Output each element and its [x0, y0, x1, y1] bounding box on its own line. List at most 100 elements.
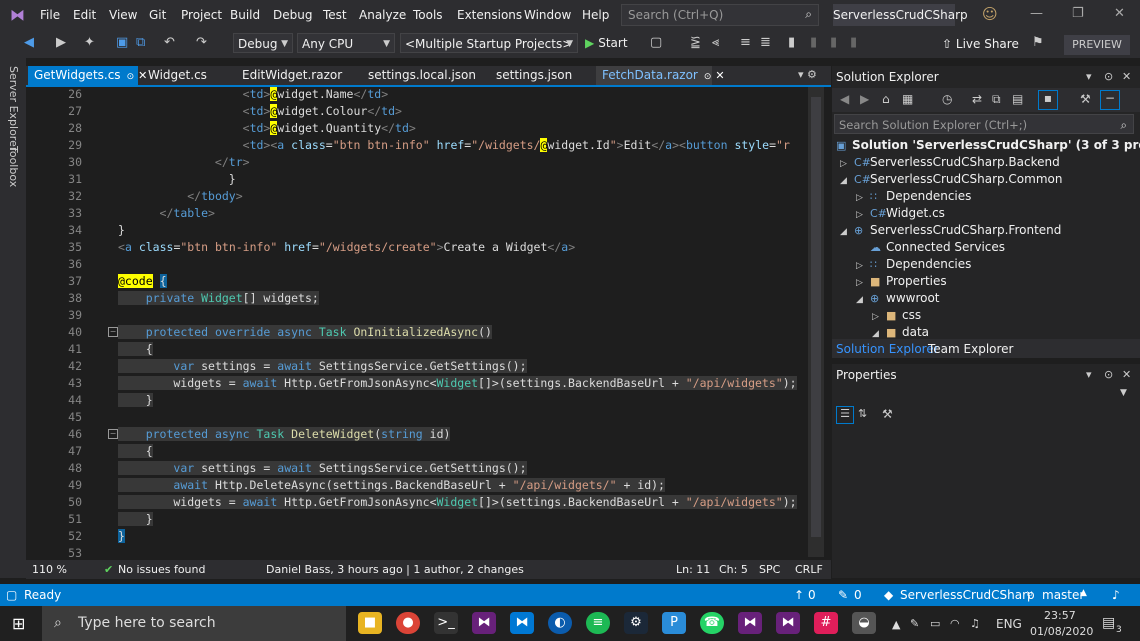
- postman-icon[interactable]: P: [662, 612, 686, 634]
- search-input[interactable]: Search (Ctrl+Q) ⌕: [621, 4, 819, 26]
- code-line[interactable]: <td>@widget.Name</td>: [118, 87, 388, 101]
- tree-wwwroot[interactable]: ◢ ⊕ wwwroot: [856, 291, 940, 305]
- pen-icon[interactable]: ✎: [910, 617, 919, 630]
- comment-icon[interactable]: ≡: [740, 35, 751, 50]
- visual-studio-icon[interactable]: ⧓: [472, 612, 496, 634]
- back-icon[interactable]: ◀: [24, 35, 34, 50]
- whatsapp-icon[interactable]: ☎: [700, 612, 724, 634]
- file-explorer-icon[interactable]: ■: [358, 612, 382, 634]
- menu-analyze[interactable]: Analyze: [359, 8, 406, 22]
- menu-edit[interactable]: Edit: [73, 8, 96, 22]
- close-icon[interactable]: ✕: [1114, 6, 1125, 21]
- code-line[interactable]: </tbody>: [118, 189, 242, 203]
- tab-fetchdata-razor[interactable]: FetchData.razor ⊙ ✕: [596, 66, 725, 85]
- collapse-icon[interactable]: −: [108, 429, 118, 439]
- collapse-icon[interactable]: −: [108, 327, 118, 337]
- branch-name[interactable]: master: [1042, 588, 1084, 602]
- menu-test[interactable]: Test: [323, 8, 347, 22]
- expand-icon[interactable]: ▷: [856, 193, 870, 203]
- code-line[interactable]: widgets = await Http.GetFromJsonAsync<Wi…: [118, 376, 797, 390]
- tree-common-project[interactable]: ◢ C#ServerlessCrudCSharp.Common: [840, 172, 1062, 186]
- visual-studio-2-icon[interactable]: ⧓: [776, 612, 800, 634]
- switch-views-icon[interactable]: ▦: [902, 92, 913, 106]
- property-pages-icon[interactable]: ⚒: [882, 407, 893, 421]
- tree-data-folder[interactable]: ◢ ■ data: [872, 325, 929, 339]
- preview-badge[interactable]: PREVIEW: [1064, 35, 1130, 55]
- line-ending-indicator[interactable]: CRLF: [795, 563, 823, 576]
- menu-build[interactable]: Build: [230, 8, 260, 22]
- bookmark-icon[interactable]: ▮: [788, 35, 795, 50]
- chrome-icon[interactable]: ●: [396, 612, 420, 634]
- code-line[interactable]: var settings = await SettingsService.Get…: [118, 461, 527, 475]
- expand-icon[interactable]: ▷: [856, 261, 870, 271]
- panel-menu-icon[interactable]: ▾: [1086, 368, 1092, 381]
- terminal-icon[interactable]: >_: [434, 612, 458, 634]
- configuration-select[interactable]: Debug ▼: [233, 33, 293, 53]
- collapse-icon[interactable]: ◢: [840, 176, 854, 186]
- save-all-icon[interactable]: ⧉: [136, 35, 145, 50]
- pencil-icon[interactable]: ✎: [838, 588, 848, 602]
- bookmark-prev-icon[interactable]: ▮: [810, 35, 817, 50]
- expand-icon[interactable]: ▷: [856, 210, 870, 220]
- tab-team-explorer[interactable]: Team Explorer: [928, 342, 1014, 356]
- tab-widget-cs[interactable]: Widget.cs: [142, 66, 228, 85]
- code-line[interactable]: var settings = await SettingsService.Get…: [118, 359, 527, 373]
- pin-icon[interactable]: ⊙: [704, 72, 712, 82]
- menu-debug[interactable]: Debug: [273, 8, 312, 22]
- toolbox-tab[interactable]: Toolbox: [7, 146, 20, 187]
- code-line[interactable]: protected override async Task OnInitiali…: [118, 325, 492, 339]
- code-line[interactable]: <td>@widget.Colour</td>: [118, 104, 402, 118]
- tree-widget-cs[interactable]: ▷ C#Widget.cs: [856, 206, 945, 220]
- taskbar-search-input[interactable]: ⌕ Type here to search: [42, 606, 346, 641]
- clock-time[interactable]: 23:57: [1044, 609, 1076, 622]
- tree-css-folder[interactable]: ▷ ■ css: [872, 308, 921, 322]
- steam-icon[interactable]: ⚙: [624, 612, 648, 634]
- menu-window[interactable]: Window: [524, 8, 571, 22]
- expand-icon[interactable]: ▷: [840, 159, 854, 169]
- repository-name[interactable]: ServerlessCrudCSharp: [900, 588, 1035, 602]
- categorized-icon[interactable]: ☰: [836, 406, 854, 424]
- browser-link-icon[interactable]: ▢: [650, 35, 662, 50]
- issues-status[interactable]: No issues found: [118, 563, 205, 576]
- step-into-icon[interactable]: ⪠: [690, 35, 701, 50]
- close-icon[interactable]: ✕: [1122, 70, 1131, 83]
- collapse-all-icon[interactable]: ⧉: [992, 92, 1001, 107]
- feedback-icon[interactable]: ⚑: [1032, 35, 1044, 50]
- push-icon[interactable]: ↑: [794, 588, 804, 602]
- show-all-files-icon[interactable]: ▤: [1012, 92, 1023, 106]
- start-button[interactable]: ▶ Start: [585, 36, 628, 50]
- save-icon[interactable]: ▣: [116, 35, 128, 50]
- expand-icon[interactable]: ▷: [856, 278, 870, 288]
- forward-icon[interactable]: ▶: [56, 35, 66, 50]
- code-line[interactable]: await Http.DeleteAsync(settings.BackendB…: [118, 478, 665, 492]
- zoom-level[interactable]: 110 %: [32, 563, 67, 576]
- tree-dependencies[interactable]: ▷ ∷ Dependencies: [856, 189, 971, 203]
- output-icon[interactable]: ▢: [6, 588, 17, 602]
- scrollbar-thumb[interactable]: [811, 97, 821, 537]
- code-line[interactable]: {: [118, 342, 153, 356]
- tree-backend-project[interactable]: ▷ C#ServerlessCrudCSharp.Backend: [840, 155, 1060, 169]
- pin-icon[interactable]: ⊙: [1104, 368, 1113, 381]
- account-icon[interactable]: ☺: [982, 5, 998, 23]
- forward-icon[interactable]: ▶: [860, 92, 869, 106]
- tree-frontend-project[interactable]: ◢ ⊕ ServerlessCrudCSharp.Frontend: [840, 223, 1061, 237]
- code-line[interactable]: }: [118, 529, 125, 543]
- alphabetical-icon[interactable]: ⇅: [858, 407, 867, 420]
- visual-studio-preview-icon[interactable]: ⧓: [738, 612, 762, 634]
- clock-date[interactable]: 01/08/2020: [1030, 625, 1093, 638]
- tab-settings-local-json[interactable]: settings.local.json: [362, 66, 480, 85]
- notifications-bell-icon[interactable]: ♪: [1112, 588, 1120, 602]
- code-line[interactable]: {: [118, 444, 153, 458]
- code-line[interactable]: <a class="btn btn-info" href="/widgets/c…: [118, 240, 575, 254]
- code-line[interactable]: }: [118, 172, 236, 186]
- close-tab-icon[interactable]: ✕: [715, 69, 724, 82]
- volume-icon[interactable]: ♫: [970, 617, 980, 630]
- battery-icon[interactable]: ▭: [930, 617, 940, 630]
- notifications-icon[interactable]: ▤: [1102, 615, 1115, 631]
- bookmark-clear-icon[interactable]: ▮: [850, 35, 857, 50]
- maximize-icon[interactable]: ❐: [1072, 6, 1084, 21]
- code-line[interactable]: <td><a class="btn btn-info" href="/widge…: [118, 138, 790, 152]
- tab-getwidgets[interactable]: GetWidgets.cs ⊙ ✕: [28, 66, 147, 85]
- collapse-icon[interactable]: ◢: [856, 295, 870, 305]
- step-over-icon[interactable]: ⪡: [712, 35, 719, 50]
